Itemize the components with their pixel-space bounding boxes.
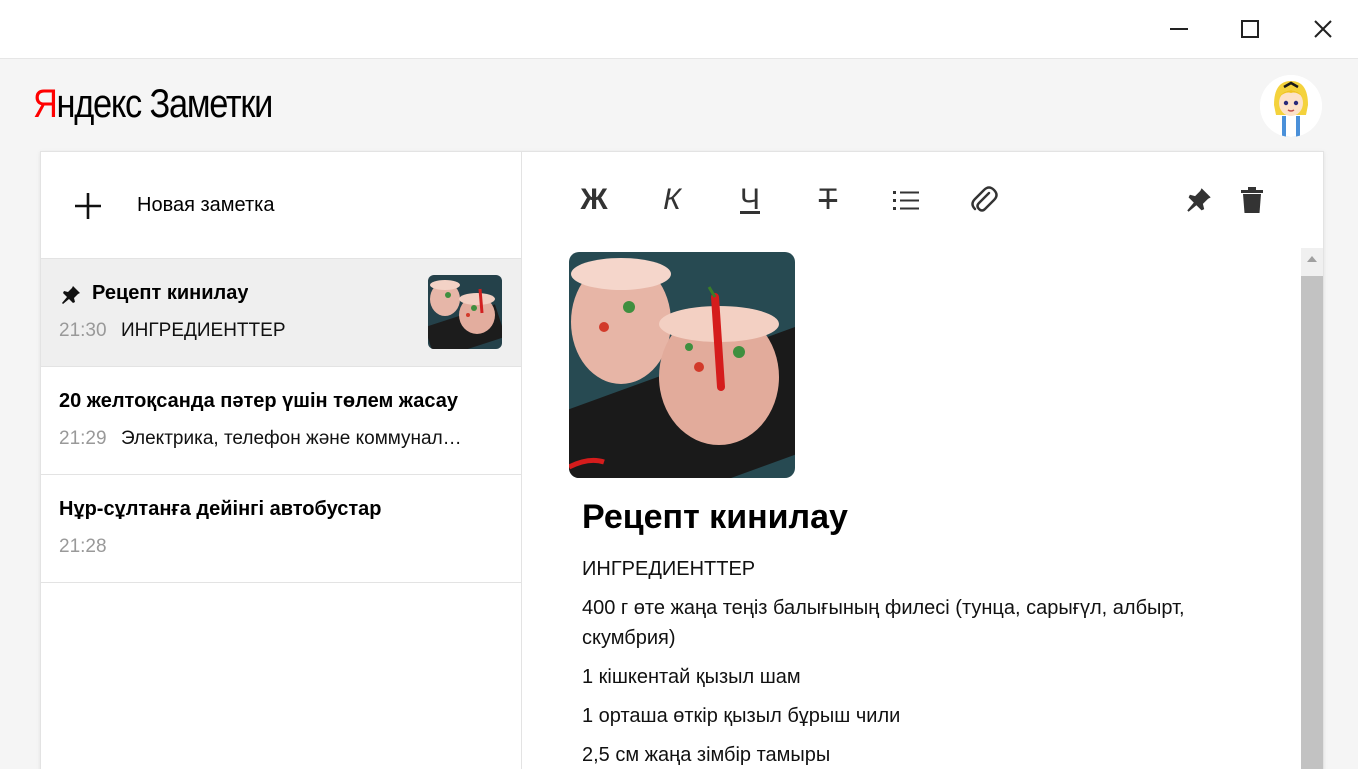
note-body-line: 400 г өте жаңа теңіз балығының филесі (т… (582, 597, 1185, 649)
note-title: Рецепт кинилау (92, 282, 249, 304)
new-note-button[interactable]: Новая заметка (41, 152, 521, 259)
note-snippet: ИНГРЕДИЕНТТЕР (121, 320, 286, 341)
pin-button[interactable] (1179, 180, 1219, 220)
note-heading: Рецепт кинилау (582, 498, 848, 536)
note-time: 21:30 (59, 320, 107, 341)
note-body-line: 1 кішкентай қызыл шам (582, 666, 801, 688)
app-logo[interactable]: Яндекс Заметки (33, 80, 274, 128)
note-editor[interactable]: Рецепт кинилау ИНГРЕДИЕНТТЕР 400 г өте ж… (523, 248, 1301, 769)
pin-icon (62, 286, 80, 304)
bold-button[interactable]: Ж (574, 180, 614, 220)
minimize-button[interactable] (1160, 10, 1198, 48)
strikethrough-button[interactable]: Т (808, 180, 848, 220)
note-body: ИНГРЕДИЕНТТЕР 400 г өте жаңа теңіз балығ… (582, 554, 1222, 769)
note-body-line: ИНГРЕДИЕНТТЕР (582, 558, 756, 580)
attach-button[interactable] (964, 180, 1004, 220)
italic-button[interactable]: К (652, 180, 692, 220)
window-title-bar (0, 0, 1358, 59)
minimize-icon (1170, 28, 1188, 30)
note-thumbnail (428, 275, 502, 349)
pin-icon (1187, 188, 1211, 212)
note-list-item[interactable]: Рецепт кинилау 21:30 ИНГРЕДИЕНТТЕР (41, 259, 521, 367)
user-avatar[interactable] (1260, 75, 1322, 137)
maximize-icon (1241, 20, 1259, 38)
note-title: 20 желтоқсанда пәтер үшін төлем жасау (59, 390, 458, 412)
bold-glyph: Ж (580, 183, 608, 216)
scrollbar-thumb[interactable] (1301, 276, 1323, 769)
note-snippet: Электрика, телефон және коммунал… (121, 428, 462, 449)
new-note-label: Новая заметка (137, 194, 275, 216)
close-icon (1314, 20, 1332, 38)
underline-glyph: Ч (740, 183, 760, 216)
bullet-list-button[interactable] (886, 180, 926, 220)
note-body-line: 1 орташа өткір қызыл бұрыш чили (582, 705, 901, 727)
scroll-up-arrow-icon[interactable] (1307, 256, 1317, 262)
strikethrough-glyph: Т (818, 183, 838, 216)
note-body-line: 2,5 см жаңа зімбір тамыры (582, 744, 831, 766)
underline-button[interactable]: Ч (730, 180, 770, 220)
notes-list-pane: Новая заметка Рецепт кинилау 21:30 ИНГРЕ… (41, 152, 522, 769)
note-title: Нұр-сұлтанға дейінгі автобустар (59, 498, 382, 520)
paperclip-icon (971, 186, 998, 212)
logo-brand-first-letter: Я (33, 82, 58, 126)
list-icon (893, 191, 919, 210)
close-button[interactable] (1304, 10, 1342, 48)
plus-icon (75, 193, 101, 219)
avatar-image (1260, 75, 1322, 137)
note-time: 21:29 (59, 428, 107, 449)
note-time: 21:28 (59, 536, 107, 557)
logo-product-name: Заметки (149, 82, 274, 126)
delete-button[interactable] (1232, 180, 1272, 220)
note-image[interactable] (569, 252, 795, 478)
notes-panel: Новая заметка Рецепт кинилау 21:30 ИНГРЕ… (40, 151, 1324, 769)
editor-scrollbar[interactable] (1301, 248, 1323, 769)
maximize-button[interactable] (1231, 10, 1269, 48)
note-list-item[interactable]: Нұр-сұлтанға дейінгі автобустар 21:28 (41, 475, 521, 583)
note-list-item[interactable]: 20 желтоқсанда пәтер үшін төлем жасау 21… (41, 367, 521, 475)
logo-brand-rest: ндекс (56, 82, 143, 126)
trash-icon (1241, 187, 1263, 213)
italic-glyph: К (663, 183, 681, 216)
